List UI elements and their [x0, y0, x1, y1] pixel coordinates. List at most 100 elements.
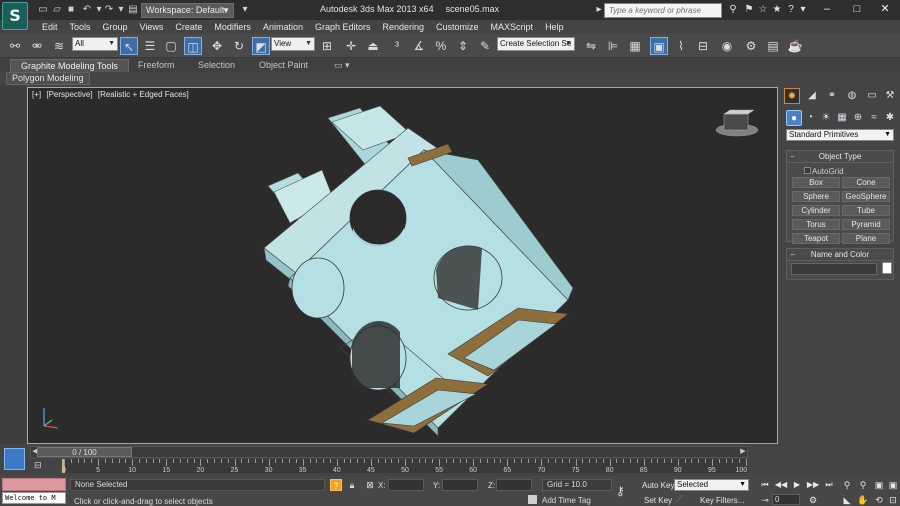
pivot-center-icon[interactable]: ⊞ — [318, 37, 336, 55]
object-color-swatch[interactable] — [882, 262, 892, 274]
viewport-label[interactable]: [+] [Perspective] [Realistic + Edged Fac… — [32, 90, 189, 99]
isolate-selection-icon[interactable]: ? — [330, 479, 342, 491]
select-and-manipulate-icon[interactable]: ✛ — [342, 37, 360, 55]
plane-button[interactable]: Plane — [842, 233, 890, 244]
add-time-tag-icon[interactable] — [528, 495, 537, 504]
curve-editor-icon[interactable]: ⌇ — [672, 37, 690, 55]
tab-graphite-modeling-tools[interactable]: Graphite Modeling Tools — [10, 59, 129, 72]
key-icon[interactable]: ⚷ — [616, 484, 625, 498]
viewport-shading-menu[interactable]: [Realistic + Edged Faces] — [98, 90, 189, 99]
maxscript-mini-listener[interactable]: Welcome to M — [2, 492, 66, 504]
space-warps-icon[interactable]: ≈ — [866, 110, 882, 126]
menu-tools[interactable]: Tools — [64, 21, 97, 33]
ribbon-minimize-icon[interactable]: ▭ ▾ — [324, 59, 360, 72]
minimize-button[interactable]: – — [812, 0, 842, 18]
lights-icon[interactable]: ☀ — [818, 110, 834, 126]
keyboard-shortcut-override-icon[interactable]: ⏏ — [364, 37, 382, 55]
track-bar-toggle-icon[interactable]: ⊟ — [34, 460, 42, 471]
perspective-viewport[interactable]: [+] [Perspective] [Realistic + Edged Fac… — [27, 87, 778, 444]
z-coordinate-field[interactable] — [496, 479, 532, 491]
menu-help[interactable]: Help — [539, 21, 570, 33]
y-coordinate-field[interactable] — [442, 479, 478, 491]
key-mode-toggle-icon[interactable]: ⊸ — [758, 494, 772, 506]
tab-selection[interactable]: Selection — [188, 59, 245, 72]
schematic-view-icon[interactable]: ⊟ — [694, 37, 712, 55]
shapes-icon[interactable]: ◔ — [802, 110, 818, 126]
motion-panel-icon[interactable]: ◍ — [844, 88, 860, 104]
tube-button[interactable]: Tube — [842, 205, 890, 216]
create-panel-icon[interactable]: ✹ — [784, 88, 800, 104]
tab-freeform[interactable]: Freeform — [128, 59, 185, 72]
go-to-start-icon[interactable]: ⏮ — [758, 479, 772, 491]
previous-frame-icon[interactable]: ◀◀ — [774, 479, 788, 491]
project-folder-icon[interactable]: ▤ — [126, 3, 140, 17]
tab-object-paint[interactable]: Object Paint — [249, 59, 318, 72]
spinner-snap-icon[interactable]: ⇕ — [454, 37, 472, 55]
x-coordinate-field[interactable] — [388, 479, 424, 491]
viewcube-icon[interactable] — [714, 108, 760, 138]
percent-snap-icon[interactable]: % — [432, 37, 450, 55]
track-bar[interactable]: 0 5 10 15 20 25 30 35 40 45 50 55 60 65 70 75 80 85 90 95 10… — [62, 459, 748, 474]
modify-panel-icon[interactable]: ◢ — [804, 88, 820, 104]
cylinder-button[interactable]: Cylinder — [792, 205, 840, 216]
teapot-button[interactable]: Teapot — [792, 233, 840, 244]
select-and-scale-icon[interactable]: ◩ — [252, 37, 270, 55]
name-and-color-header[interactable]: − Name and Color — [787, 249, 893, 261]
open-file-icon[interactable]: ▱ — [50, 3, 64, 17]
time-slider-next-icon[interactable]: ▶ — [739, 447, 747, 457]
unlink-selection-icon[interactable]: ⚮ — [28, 37, 46, 55]
helpers-icon[interactable]: ⊕ — [850, 110, 866, 126]
mirror-icon[interactable]: ⇋ — [582, 37, 600, 55]
time-slider-thumb[interactable]: 0 / 100 — [37, 447, 132, 457]
geosphere-button[interactable]: GeoSphere — [842, 191, 890, 202]
geometry-icon[interactable]: ● — [786, 110, 802, 126]
object-name-field[interactable] — [791, 263, 877, 275]
menu-create[interactable]: Create — [169, 21, 208, 33]
communication-icon[interactable]: ☆ — [756, 3, 770, 17]
window-crossing-icon[interactable]: ◫ — [184, 37, 202, 55]
menu-rendering[interactable]: Rendering — [377, 21, 431, 33]
render-setup-icon[interactable]: ⚙ — [742, 37, 760, 55]
favorites-icon[interactable]: ★ — [770, 3, 784, 17]
current-frame-field[interactable]: 0 — [772, 494, 800, 505]
zoom-icon[interactable]: ⚲ — [840, 479, 854, 491]
maxscript-listener-output[interactable] — [2, 478, 66, 491]
menu-group[interactable]: Group — [97, 21, 134, 33]
selection-filter-select[interactable]: All ▼ — [72, 37, 118, 51]
maximize-viewport-icon[interactable]: ⊡ — [886, 494, 900, 506]
workspace-select[interactable]: Workspace: Default ▼ — [141, 3, 234, 18]
set-key-button[interactable]: Set Key — [644, 496, 672, 505]
viewport-layout-button[interactable] — [4, 448, 25, 470]
selection-lock-icon[interactable]: 🔒︎ — [346, 479, 358, 491]
zoom-all-icon[interactable]: ⚲ — [856, 479, 870, 491]
viewport-view-menu[interactable]: [Perspective] — [46, 90, 92, 99]
time-configuration-icon[interactable]: ⚙ — [806, 494, 820, 506]
pan-view-icon[interactable]: ✋ — [856, 494, 870, 506]
new-file-icon[interactable]: ▭ — [36, 3, 50, 17]
menu-animation[interactable]: Animation — [257, 21, 309, 33]
object-type-header[interactable]: − Object Type — [787, 151, 893, 163]
auto-key-button[interactable]: Auto Key — [642, 481, 674, 490]
help-dropdown-icon[interactable]: ▾ — [796, 3, 810, 17]
orbit-icon[interactable]: ⟲ — [872, 494, 886, 506]
reference-coordinate-select[interactable]: View ▼ — [271, 37, 315, 51]
select-and-link-icon[interactable]: ⚯ — [6, 37, 24, 55]
utilities-panel-icon[interactable]: ⚒ — [882, 88, 898, 104]
select-and-move-icon[interactable]: ✥ — [208, 37, 226, 55]
cameras-icon[interactable]: ▦ — [834, 110, 850, 126]
select-object-icon[interactable]: ↖ — [120, 37, 138, 55]
go-to-end-icon[interactable]: ⏭ — [822, 479, 836, 491]
systems-icon[interactable]: ✱ — [882, 110, 898, 126]
rectangular-selection-icon[interactable]: ▢ — [162, 37, 180, 55]
subscription-icon[interactable]: ⚑ — [742, 3, 756, 17]
pyramid-button[interactable]: Pyramid — [842, 219, 890, 230]
menu-views[interactable]: Views — [134, 21, 170, 33]
snaps-toggle-icon[interactable]: ³ — [388, 37, 406, 55]
hierarchy-panel-icon[interactable]: ⚭ — [824, 88, 840, 104]
add-time-tag-button[interactable]: Add Time Tag — [542, 496, 591, 505]
application-menu-button[interactable]: S — [2, 2, 28, 30]
search-input[interactable]: Type a keyword or phrase — [604, 3, 722, 18]
rendered-frame-window-icon[interactable]: ▤ — [764, 37, 782, 55]
angle-snap-icon[interactable]: ∡ — [410, 37, 428, 55]
zoom-extents-icon[interactable]: ▣ — [872, 479, 886, 491]
